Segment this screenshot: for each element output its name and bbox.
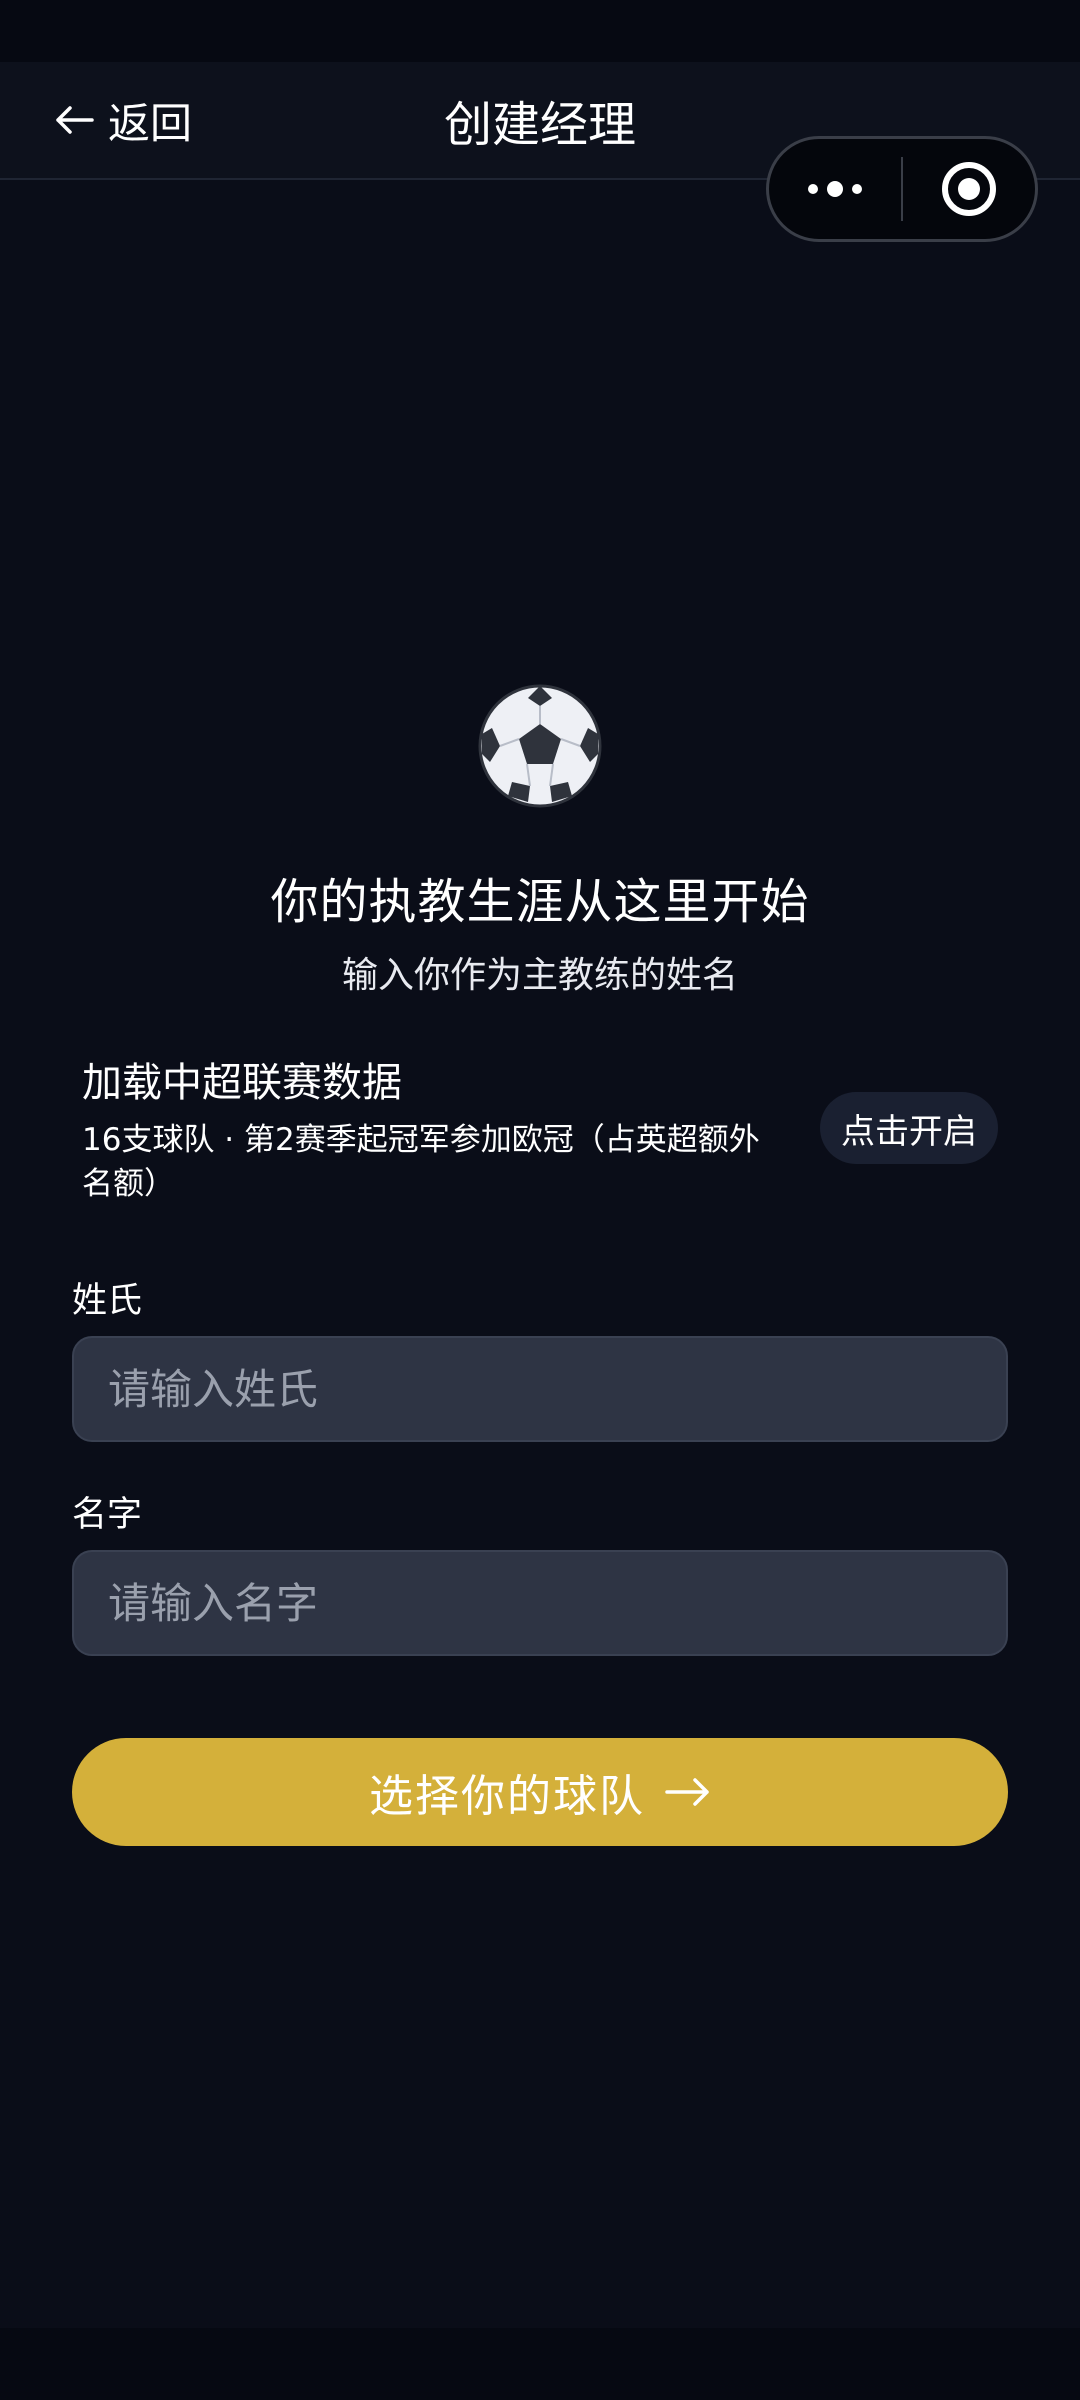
surname-field-box xyxy=(72,1336,1008,1442)
league-data-description: 16支球队 · 第2赛季起冠军参加欧冠（占英超额外名额） xyxy=(82,1122,760,1202)
arrow-left-icon xyxy=(56,106,94,134)
back-button[interactable]: 返回 xyxy=(54,62,192,178)
choose-team-label: 选择你的球队 xyxy=(369,1771,645,1822)
arrow-right-icon xyxy=(665,1778,709,1806)
given-name-input[interactable] xyxy=(106,1577,974,1629)
choose-team-button[interactable]: 选择你的球队 xyxy=(72,1738,1008,1846)
given-name-label: 名字 xyxy=(72,1495,143,1535)
hero-subheading: 输入你作为主教练的姓名 xyxy=(341,955,738,996)
more-dots-icon xyxy=(808,181,862,197)
close-button[interactable] xyxy=(903,139,1035,239)
soccer-ball-icon xyxy=(478,684,602,808)
status-bar xyxy=(0,0,1080,62)
surname-input[interactable] xyxy=(106,1363,974,1415)
enable-league-button[interactable]: 点击开启 xyxy=(820,1092,998,1164)
hero-heading: 你的执教生涯从这里开始 xyxy=(270,874,810,930)
target-circle-icon xyxy=(941,162,996,216)
back-label: 返回 xyxy=(108,98,193,148)
given-name-field-box xyxy=(72,1550,1008,1656)
surname-label: 姓氏 xyxy=(72,1281,143,1321)
system-navigation-bar xyxy=(0,2328,1080,2400)
more-button[interactable] xyxy=(769,139,901,239)
league-data-title: 加载中超联赛数据 xyxy=(82,1060,402,1106)
create-manager-page: 创建经理 返回 你的执教生涯从这里开始 输入你作为主教练的姓名 加载中超联赛数据… xyxy=(0,0,1080,2400)
mini-program-capsule xyxy=(766,136,1038,242)
